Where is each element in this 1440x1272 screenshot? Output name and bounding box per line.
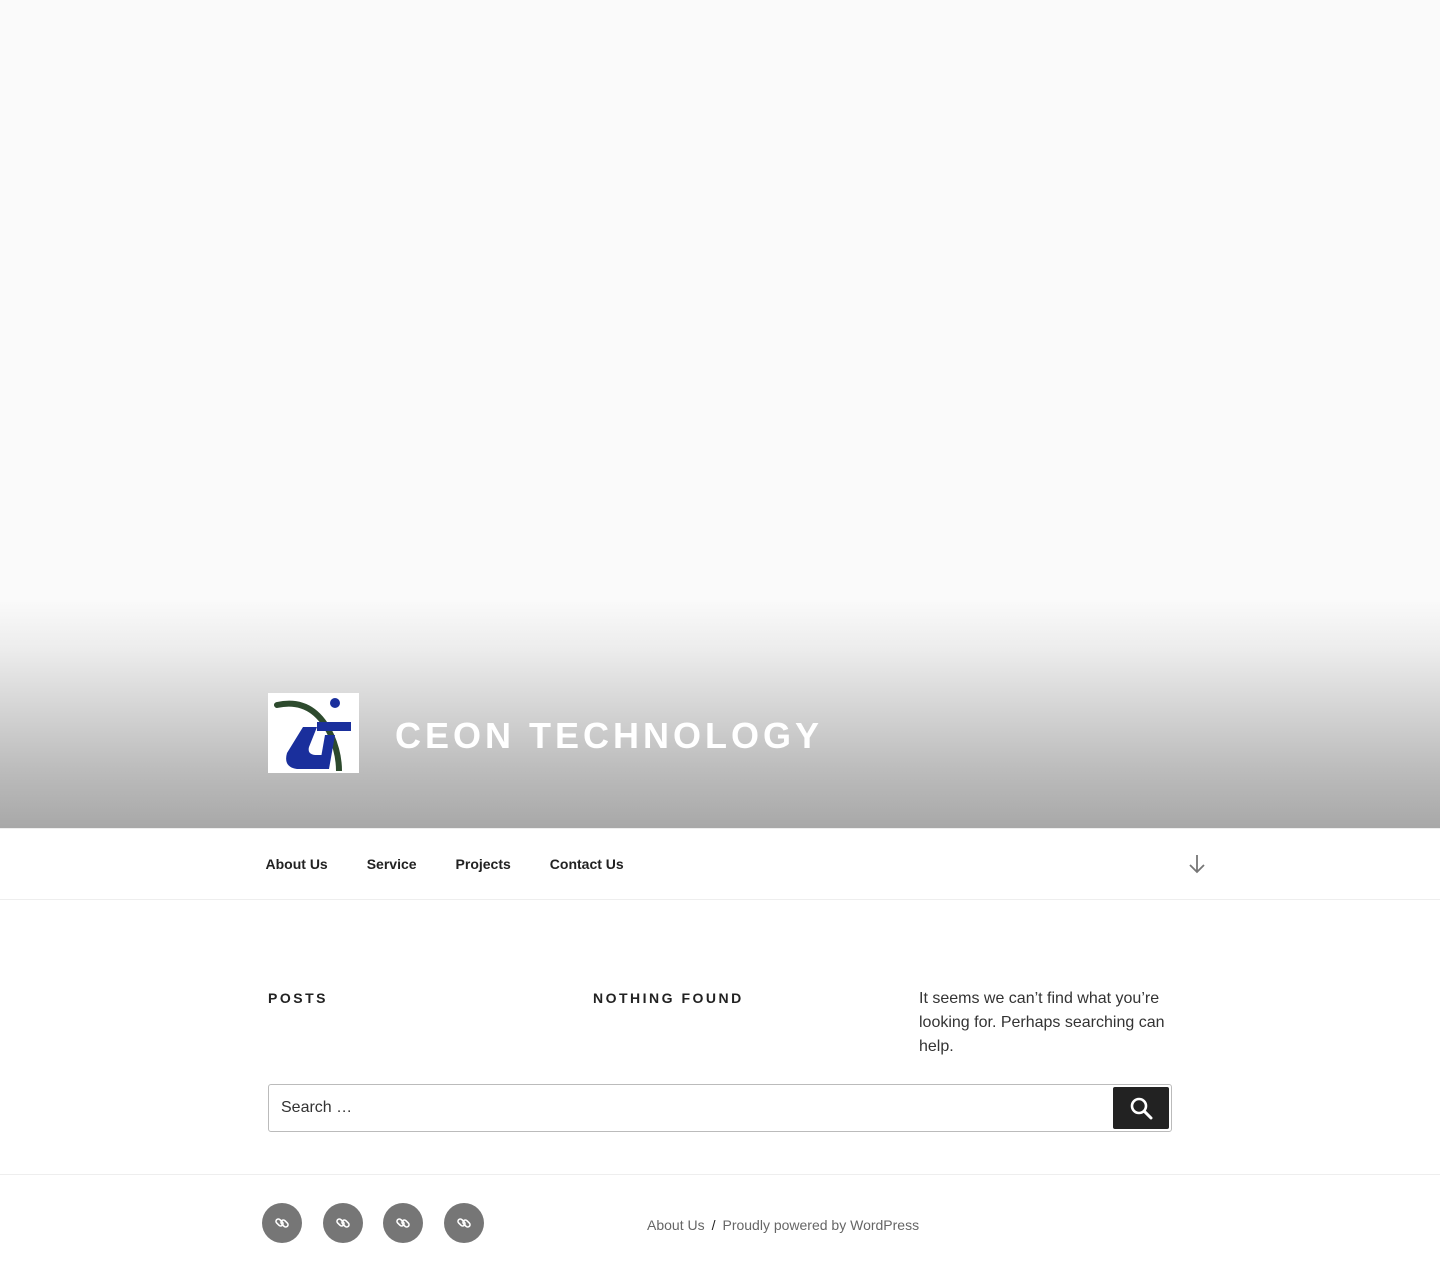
site-header: CEON TECHNOLOGY bbox=[0, 0, 1440, 828]
search-icon bbox=[1130, 1097, 1153, 1120]
nothing-found-heading: Nothing Found bbox=[593, 990, 744, 1006]
social-link-4[interactable] bbox=[443, 1203, 484, 1243]
nav-item-contact-us[interactable]: Contact Us bbox=[530, 856, 643, 872]
footer-separator: / bbox=[711, 1217, 716, 1233]
search-input[interactable] bbox=[269, 1085, 1109, 1131]
powered-by-link[interactable]: Proudly powered by WordPress bbox=[722, 1217, 919, 1233]
posts-heading: Posts bbox=[268, 990, 328, 1006]
nothing-found-text: It seems we can’t find what you’re looki… bbox=[919, 990, 1165, 1055]
nav-item-service[interactable]: Service bbox=[347, 856, 436, 872]
social-link-2[interactable] bbox=[322, 1203, 363, 1243]
nav-item-projects[interactable]: Projects bbox=[436, 856, 530, 872]
footer-about-link[interactable]: About Us bbox=[647, 1217, 705, 1233]
site-info: About Us / Proudly powered by WordPress bbox=[647, 1217, 919, 1233]
social-link-1[interactable] bbox=[262, 1203, 302, 1243]
arrow-down-icon[interactable] bbox=[1186, 852, 1208, 876]
link-icon bbox=[456, 1218, 471, 1228]
nav-menu: About Us Service Projects Contact Us bbox=[246, 829, 643, 899]
site-title[interactable]: CEON TECHNOLOGY bbox=[395, 712, 823, 754]
main-navigation: About Us Service Projects Contact Us bbox=[0, 828, 1440, 900]
site-footer: About Us / Proudly powered by WordPress bbox=[0, 1174, 1440, 1272]
search-form bbox=[268, 1084, 1172, 1132]
link-icon bbox=[335, 1218, 350, 1228]
link-icon bbox=[275, 1218, 289, 1228]
social-link-3[interactable] bbox=[383, 1203, 423, 1243]
site-branding: CEON TECHNOLOGY bbox=[268, 693, 823, 773]
search-button[interactable] bbox=[1113, 1087, 1169, 1129]
nav-item-about-us[interactable]: About Us bbox=[246, 856, 347, 872]
link-icon bbox=[396, 1218, 410, 1228]
social-links-menu bbox=[262, 1203, 504, 1243]
ceon-logo-icon[interactable] bbox=[268, 693, 359, 773]
